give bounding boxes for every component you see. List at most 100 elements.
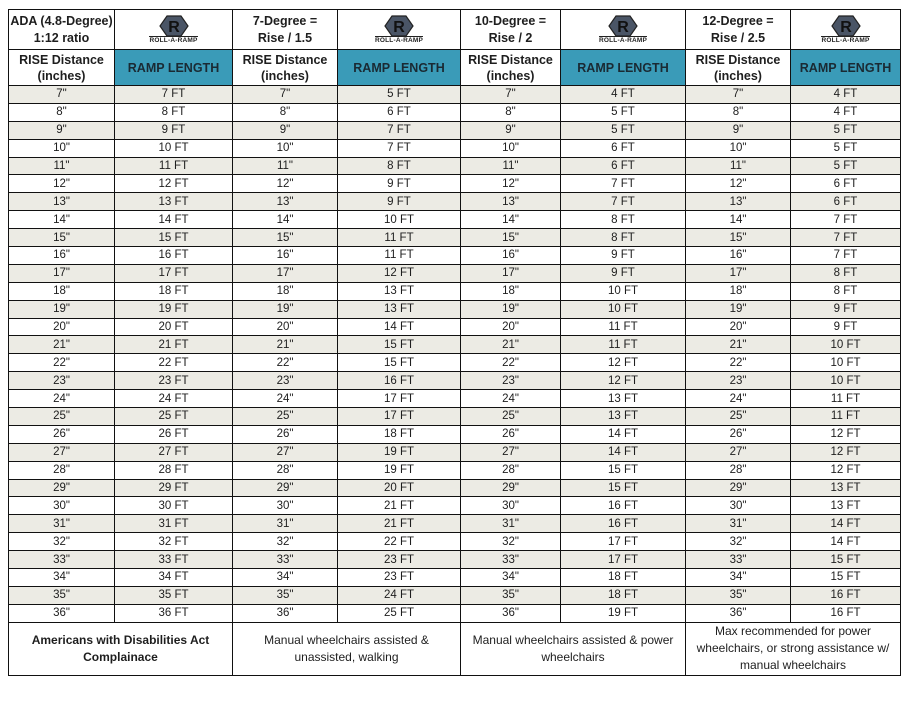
rise-cell: 11" <box>460 156 561 176</box>
group-title-row: ADA (4.8-Degree) 1:12 ratio R ROLL-A-RAMP… <box>8 9 901 50</box>
length-cell: 7 FT <box>337 120 461 140</box>
length-cell: 22 FT <box>114 353 233 373</box>
group-title-line2: Rise / 2.5 <box>710 30 766 45</box>
table-row: 29" 29 FT 29" 20 FT 29" 15 FT 29" 13 FT <box>8 478 901 498</box>
length-cell: 12 FT <box>114 174 233 194</box>
length-cell: 7 FT <box>337 138 461 158</box>
length-cell: 9 FT <box>114 120 233 140</box>
length-cell: 10 FT <box>560 299 686 319</box>
length-cell: 14 FT <box>114 210 233 230</box>
rise-cell: 23" <box>8 371 115 391</box>
length-cell: 10 FT <box>114 138 233 158</box>
length-cell: 35 FT <box>114 585 233 605</box>
length-cell: 15 FT <box>337 353 461 373</box>
hexagon-r-logo-icon: R <box>830 14 861 37</box>
length-cell: 8 FT <box>790 281 901 301</box>
table-row: 12" 12 FT 12" 9 FT 12" 7 FT 12" 6 FT <box>8 174 901 194</box>
length-cell: 6 FT <box>790 174 901 194</box>
table-row: 36" 36 FT 36" 25 FT 36" 19 FT 36" 16 FT <box>8 603 901 623</box>
length-cell: 9 FT <box>337 174 461 194</box>
rise-cell: 34" <box>685 568 791 587</box>
length-cell: 8 FT <box>337 156 461 176</box>
length-cell: 4 FT <box>790 102 901 122</box>
rise-cell: 10" <box>685 138 791 158</box>
brand-logo-cell: R ROLL-A-RAMP <box>560 9 686 50</box>
brand-logo: R ROLL-A-RAMP <box>339 14 460 45</box>
rise-cell: 21" <box>460 335 561 355</box>
rise-cell: 10" <box>232 138 338 158</box>
length-cell: 18 FT <box>560 585 686 605</box>
length-cell: 13 FT <box>790 496 901 516</box>
length-cell: 11 FT <box>560 317 686 337</box>
usage-notes-row: Americans with Disabilities Act Complain… <box>8 621 901 676</box>
rise-cell: 36" <box>460 603 561 623</box>
length-cell: 12 FT <box>790 460 901 480</box>
rise-cell: 9" <box>232 120 338 140</box>
length-cell: 10 FT <box>790 335 901 355</box>
table-row: 18" 18 FT 18" 13 FT 18" 10 FT 18" 8 FT <box>8 281 901 301</box>
rise-cell: 33" <box>232 550 338 570</box>
rise-cell: 12" <box>8 174 115 194</box>
ramp-length-table: ADA (4.8-Degree) 1:12 ratio R ROLL-A-RAMP… <box>8 9 901 676</box>
rise-cell: 17" <box>232 263 338 283</box>
rise-cell: 14" <box>232 210 338 230</box>
rise-cell: 19" <box>685 299 791 319</box>
length-cell: 15 FT <box>560 460 686 480</box>
brand-logo-cell: R ROLL-A-RAMP <box>790 9 901 50</box>
rise-cell: 31" <box>460 514 561 534</box>
length-cell: 14 FT <box>337 317 461 337</box>
length-cell: 13 FT <box>337 281 461 301</box>
rise-cell: 32" <box>232 532 338 552</box>
length-cell: 12 FT <box>560 371 686 391</box>
rise-cell: 36" <box>685 603 791 623</box>
length-cell: 12 FT <box>790 424 901 444</box>
rise-cell: 18" <box>460 281 561 301</box>
length-cell: 7 FT <box>114 85 233 104</box>
group-title-12-degree: 12-Degree = Rise / 2.5 <box>685 9 791 50</box>
rise-cell: 34" <box>8 568 115 587</box>
ramp-length-header: RAMP LENGTH <box>337 49 461 86</box>
rise-header-line1: RISE Distance <box>242 52 328 67</box>
length-cell: 19 FT <box>337 460 461 480</box>
group-title-ada: ADA (4.8-Degree) 1:12 ratio <box>8 9 115 50</box>
length-cell: 15 FT <box>337 335 461 355</box>
table-row: 35" 35 FT 35" 24 FT 35" 18 FT 35" 16 FT <box>8 585 901 605</box>
table-row: 30" 30 FT 30" 21 FT 30" 16 FT 30" 13 FT <box>8 496 901 516</box>
length-cell: 36 FT <box>114 603 233 623</box>
ramp-length-header: RAMP LENGTH <box>790 49 901 86</box>
rise-cell: 14" <box>460 210 561 230</box>
rise-cell: 25" <box>685 407 791 426</box>
table-row: 23" 23 FT 23" 16 FT 23" 12 FT 23" 10 FT <box>8 371 901 391</box>
rise-cell: 15" <box>685 228 791 248</box>
length-cell: 8 FT <box>560 228 686 248</box>
rise-cell: 9" <box>685 120 791 140</box>
rise-header-line2: (inches) <box>714 68 762 83</box>
length-cell: 14 FT <box>560 424 686 444</box>
table-row: 11" 11 FT 11" 8 FT 11" 6 FT 11" 5 FT <box>8 156 901 176</box>
rise-cell: 19" <box>460 299 561 319</box>
rise-cell: 24" <box>685 389 791 409</box>
length-cell: 11 FT <box>337 246 461 265</box>
rise-cell: 27" <box>8 442 115 462</box>
length-cell: 14 FT <box>790 514 901 534</box>
rise-cell: 16" <box>232 246 338 265</box>
column-header-row: RISE Distance (inches) RAMP LENGTH RISE … <box>8 49 901 86</box>
rise-cell: 7" <box>685 85 791 104</box>
length-cell: 4 FT <box>560 85 686 104</box>
usage-note: Americans with Disabilities Act Complain… <box>8 621 233 676</box>
length-cell: 8 FT <box>790 263 901 283</box>
length-cell: 26 FT <box>114 424 233 444</box>
rise-cell: 35" <box>8 585 115 605</box>
length-cell: 9 FT <box>337 192 461 212</box>
length-cell: 10 FT <box>790 371 901 391</box>
length-cell: 21 FT <box>114 335 233 355</box>
rise-cell: 17" <box>8 263 115 283</box>
table-row: 16" 16 FT 16" 11 FT 16" 9 FT 16" 7 FT <box>8 246 901 265</box>
rise-cell: 26" <box>232 424 338 444</box>
length-cell: 31 FT <box>114 514 233 534</box>
length-cell: 14 FT <box>560 442 686 462</box>
length-cell: 9 FT <box>790 299 901 319</box>
length-cell: 11 FT <box>114 156 233 176</box>
length-cell: 7 FT <box>560 174 686 194</box>
length-cell: 23 FT <box>337 568 461 587</box>
